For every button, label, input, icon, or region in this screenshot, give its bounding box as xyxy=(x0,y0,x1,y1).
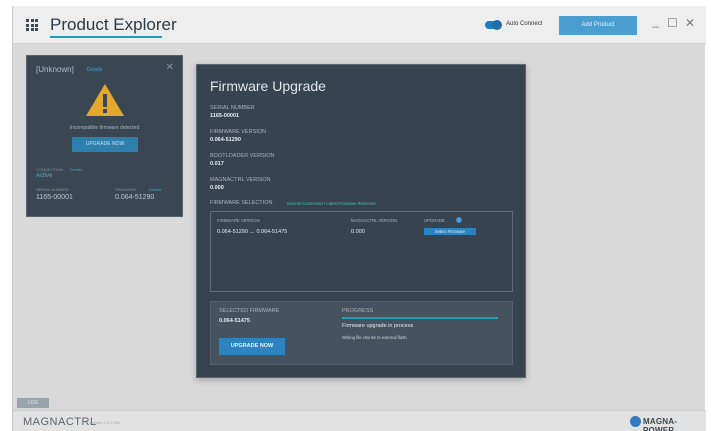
selected-firmware-value: 0.064-51475 xyxy=(219,318,250,324)
add-product-button[interactable]: Add Product xyxy=(559,16,637,35)
magna-power-logo-icon xyxy=(630,416,641,427)
dialog-title: Firmware Upgrade xyxy=(210,78,326,94)
bootloader-version-label: BOOTLOADER VERSION xyxy=(210,153,275,159)
firmware-details-link[interactable]: Details xyxy=(149,187,161,192)
connection-label: CONNECTION xyxy=(36,167,63,172)
col-firmware-version: FIRMWARE VERSION xyxy=(217,218,260,223)
footer: MAGNACTRL Version 0.0.0.000 MAGNA-POWER xyxy=(13,410,706,431)
info-icon[interactable]: i xyxy=(456,217,462,223)
app-window: Product Explorer Auto Connect Add Produc… xyxy=(12,6,706,431)
select-firmware-button[interactable]: Select Firmware xyxy=(424,228,476,235)
company-name: MAGNA-POWER xyxy=(643,417,678,431)
row-magnactrl: 0.000 xyxy=(351,229,365,235)
firmware-value: 0.064-51290 xyxy=(115,194,155,201)
device-close-icon[interactable]: ✕ xyxy=(166,62,174,73)
firmware-version-label: FIRMWARE VERSION xyxy=(210,129,267,135)
connection-status: Active xyxy=(36,173,53,179)
selected-firmware-label: SELECTED FIRMWARE xyxy=(219,308,280,314)
firmware-label: FIRMWARE xyxy=(115,187,137,192)
col-upgrade: UPGRADE xyxy=(424,218,445,223)
incompatible-message: Incompatible firmware detected xyxy=(69,125,140,131)
app-title: Product Explorer xyxy=(50,15,177,34)
magnactrl-version-value: 0.000 xyxy=(210,185,224,191)
serial-label: SERIAL NUMBER xyxy=(36,187,69,192)
auto-connect-toggle[interactable] xyxy=(485,20,502,30)
minimize-icon[interactable]: _ xyxy=(652,14,659,28)
firmware-selection-label: FIRMWARE SELECTION xyxy=(210,200,273,206)
device-card[interactable]: [Unknown] Details ✕ Incompatible firmwar… xyxy=(26,55,183,217)
progress-fill xyxy=(342,317,498,319)
log-tab[interactable]: LOG xyxy=(17,398,49,408)
bootloader-version-value: 0.017 xyxy=(210,161,224,167)
upgrade-now-button[interactable]: UPGRADE NOW xyxy=(219,338,285,355)
progress-bar xyxy=(342,317,498,319)
connection-details-link[interactable]: Details xyxy=(70,167,82,172)
progress-status: Firmware upgrade in process xyxy=(342,323,414,329)
maximize-icon[interactable]: ☐ xyxy=(667,16,678,30)
card-upgrade-button[interactable]: UPGRADE NOW xyxy=(72,137,138,152)
device-details-link[interactable]: Details xyxy=(87,67,102,73)
magnactrl-version-label: MAGNACTRL VERSION xyxy=(210,177,271,183)
auto-connect-label: Auto Connect xyxy=(506,21,543,27)
connection-status-text: Internet Connected • Latest Firmware Ret… xyxy=(287,201,376,206)
firmware-upgrade-dialog: Firmware Upgrade SERIAL NUMBER 1165-0000… xyxy=(196,64,526,378)
title-bar: Product Explorer Auto Connect Add Produc… xyxy=(13,6,706,44)
serial-number-value: 1165-00001 xyxy=(210,113,240,119)
firmware-version-value: 0.064-51290 xyxy=(210,137,241,143)
version-text: Version 0.0.0.000 xyxy=(89,420,121,425)
brand-logo: MAGNACTRL xyxy=(23,416,97,428)
title-underline xyxy=(50,36,162,38)
progress-label: PROGRESS xyxy=(342,308,374,314)
serial-number-label: SERIAL NUMBER xyxy=(210,105,255,111)
warning-icon xyxy=(86,84,124,116)
close-icon[interactable]: ✕ xyxy=(685,16,695,30)
col-magnactrl-version: MAGNACTRL VERSION xyxy=(351,218,398,223)
row-firmware: 0.064-51290 → 0.064-51475 xyxy=(217,229,288,235)
upgrade-panel: SELECTED FIRMWARE 0.064-51475 UPGRADE NO… xyxy=(210,301,513,365)
serial-value: 1165-00001 xyxy=(36,194,73,201)
firmware-table: FIRMWARE VERSION MAGNACTRL VERSION UPGRA… xyxy=(210,211,513,292)
device-title: [Unknown] xyxy=(36,65,74,74)
apps-grid-icon[interactable] xyxy=(26,19,38,31)
progress-detail: Writing file chunks to external flash. xyxy=(342,335,408,340)
